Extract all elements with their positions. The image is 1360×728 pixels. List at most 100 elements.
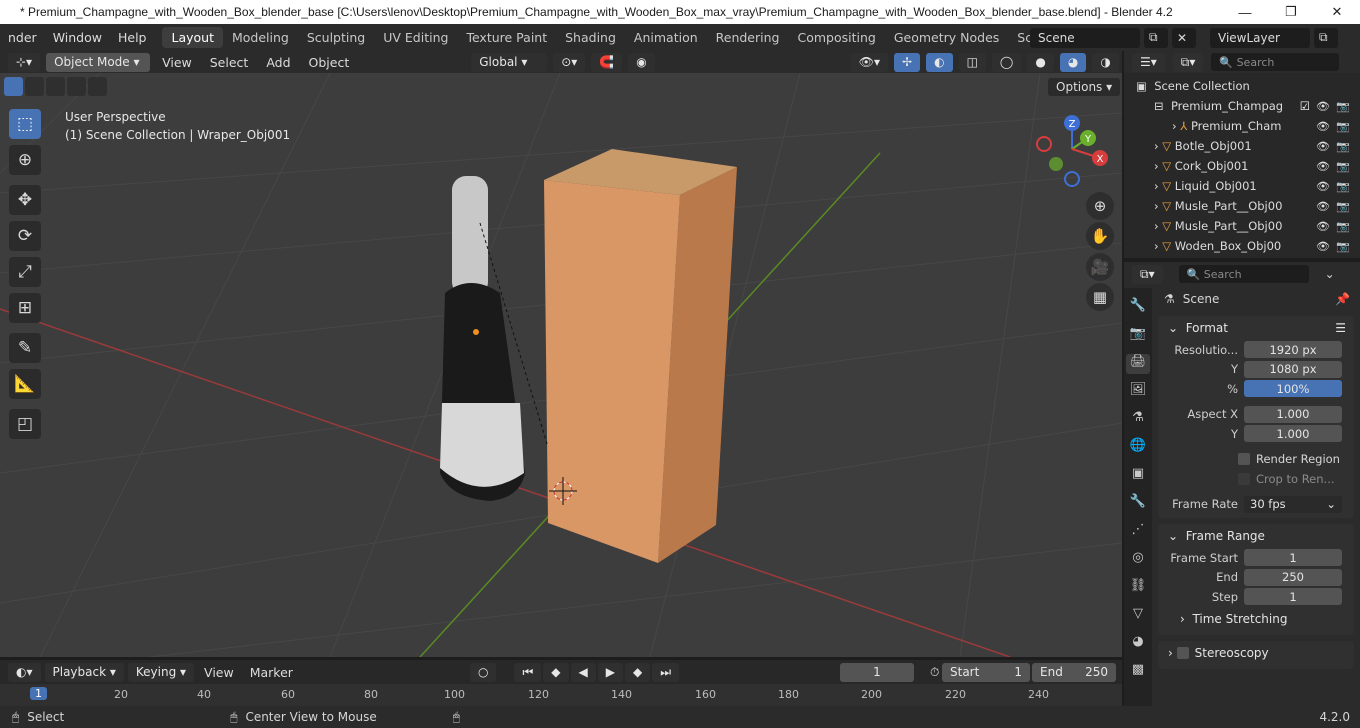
frame-range-header[interactable]: ⌄ Frame Range [1158, 524, 1354, 548]
material-tab-icon[interactable]: ◕ [1132, 634, 1143, 654]
pin-icon[interactable]: 📌 [1335, 292, 1354, 306]
menu-object[interactable]: Object [303, 55, 356, 70]
wooden-box[interactable] [544, 149, 737, 563]
camera-view-icon[interactable]: 🎥 [1086, 253, 1114, 281]
render-region-row[interactable]: Render Region [1158, 450, 1354, 470]
pan-hand-icon[interactable]: ✋ [1086, 222, 1114, 250]
rotate-tool-icon[interactable]: ⟳ [9, 221, 41, 251]
snap-icon[interactable]: 🧲 [591, 52, 623, 72]
time-stretching-header[interactable]: › Time Stretching [1158, 607, 1354, 631]
tab-shading[interactable]: Shading [556, 27, 625, 48]
move-tool-icon[interactable]: ✥ [9, 185, 41, 215]
menu-blender[interactable]: nder [0, 30, 45, 45]
maximize-button[interactable]: ❐ [1268, 0, 1314, 24]
outliner-item[interactable]: › ▽ Botle_Obj001 👁 📷 [1124, 136, 1360, 156]
eye-icon[interactable]: 👁 [1316, 120, 1330, 133]
material-shading-icon[interactable]: ◕ [1059, 52, 1087, 72]
timeline-editor-icon[interactable]: ◐▾ [8, 662, 41, 682]
menu-select[interactable]: Select [204, 55, 255, 70]
constraints-tab-icon[interactable]: ⛓ [1130, 578, 1147, 598]
resolution-y-field[interactable]: 1080 px [1244, 360, 1342, 378]
start-frame-field[interactable]: Start 1 [942, 662, 1030, 682]
menu-window[interactable]: Window [45, 30, 110, 45]
outliner-search-input[interactable]: 🔍 Search [1211, 53, 1340, 71]
aspect-x-field[interactable]: 1.000 [1244, 405, 1342, 423]
outliner-item[interactable]: › ▽ Musle_Part__Obj00 👁 📷 [1124, 196, 1360, 216]
physics-tab-icon[interactable]: ◎ [1132, 550, 1143, 570]
proportional-edit-icon[interactable]: ◉ [628, 52, 655, 72]
outliner-filter-icon[interactable]: ⧉▾ [1172, 52, 1204, 72]
camera-icon[interactable]: 📷 [1336, 240, 1350, 253]
camera-icon[interactable]: 📷 [1336, 100, 1350, 113]
view-layer-tab-icon[interactable]: 🖼 [1130, 382, 1147, 402]
modifier-tab-icon[interactable]: 🔧 [1130, 494, 1146, 514]
wireframe-shading-icon[interactable]: ◯ [991, 52, 1022, 72]
eye-icon[interactable]: 👁 [1316, 180, 1330, 193]
tab-compositing[interactable]: Compositing [788, 27, 884, 48]
texture-tab-icon[interactable]: ▩ [1132, 662, 1144, 682]
outliner-item[interactable]: › ▽ Musle_Part__Obj00 👁 📷 [1124, 216, 1360, 236]
data-tab-icon[interactable]: ▽ [1133, 606, 1143, 626]
render-tab-icon[interactable]: 📷 [1130, 326, 1146, 346]
editor-type-icon[interactable]: ⊹▾ [8, 52, 41, 72]
outliner-item[interactable]: › ⅄ Premium_Cham 👁 📷 [1124, 116, 1360, 136]
preset-list-icon[interactable]: ☰ [1335, 321, 1354, 335]
close-scene-icon[interactable]: ✕ [1172, 27, 1196, 48]
next-key-icon[interactable]: ◆ [625, 662, 651, 682]
navigation-gizmo[interactable]: Z Y X [1034, 113, 1114, 193]
add-cube-tool-icon[interactable]: ◰ [9, 409, 41, 439]
frame-start-field[interactable]: 1 [1244, 549, 1342, 567]
camera-icon[interactable]: 📷 [1336, 180, 1350, 193]
minimize-button[interactable]: — [1222, 0, 1268, 24]
pivot-icon[interactable]: ⊙▾ [553, 52, 586, 72]
visibility-icon[interactable]: 👁▾ [850, 52, 889, 72]
keying-menu[interactable]: Keying ▾ [127, 662, 195, 682]
champagne-bottle[interactable] [440, 176, 525, 501]
outliner-item[interactable]: ⊟ Premium_Champag ☑ 👁 📷 [1124, 96, 1360, 116]
camera-icon[interactable]: 📷 [1336, 160, 1350, 173]
transform-tool-icon[interactable]: ⊞ [9, 293, 41, 323]
tab-modeling[interactable]: Modeling [223, 27, 298, 48]
stereoscopy-checkbox[interactable] [1176, 646, 1189, 659]
camera-icon[interactable]: 📷 [1336, 220, 1350, 233]
select-extend-icon[interactable] [25, 77, 44, 96]
record-icon[interactable]: ○ [470, 662, 497, 682]
frame-end-field[interactable]: 250 [1244, 568, 1342, 586]
playhead[interactable]: 1 [30, 687, 47, 700]
marker-menu[interactable]: Marker [244, 665, 299, 680]
overlay-toggle-icon[interactable]: ◐ [926, 52, 953, 72]
eye-icon[interactable]: 👁 [1316, 100, 1330, 113]
render-region-checkbox[interactable] [1238, 453, 1250, 466]
eye-icon[interactable]: 👁 [1316, 240, 1330, 253]
select-subtract-icon[interactable] [46, 77, 65, 96]
play-icon[interactable]: ▶ [597, 662, 623, 682]
jump-start-icon[interactable]: ⏮ [514, 662, 542, 682]
object-tab-icon[interactable]: ▣ [1132, 466, 1144, 486]
new-scene-icon[interactable]: ⧉ [1144, 27, 1168, 48]
properties-search-input[interactable]: 🔍 Search [1178, 265, 1309, 283]
zoom-icon[interactable]: ⊕ [1086, 192, 1114, 220]
outliner-item[interactable]: › ▽ Liquid_Obj001 👁 📷 [1124, 176, 1360, 196]
cursor-tool-icon[interactable]: ⊕ [9, 145, 41, 175]
current-frame-field[interactable]: 1 [840, 662, 914, 682]
new-viewlayer-icon[interactable]: ⧉ [1314, 27, 1338, 48]
tab-rendering[interactable]: Rendering [707, 27, 789, 48]
eye-icon[interactable]: 👁 [1316, 200, 1330, 213]
menu-help[interactable]: Help [110, 30, 155, 45]
outliner-item[interactable]: › ▽ Woden_Box_Obj00 👁 📷 [1124, 236, 1360, 256]
outliner-item[interactable]: › ▽ Cork_Obj001 👁 📷 [1124, 156, 1360, 176]
menu-view[interactable]: View [156, 55, 198, 70]
tab-geometry-nodes[interactable]: Geometry Nodes [885, 27, 1008, 48]
format-panel-header[interactable]: ⌄ Format ☰ [1158, 316, 1354, 340]
outliner-root[interactable]: ▣ Scene Collection [1124, 76, 1360, 96]
properties-editor-icon[interactable]: ⧉▾ [1132, 264, 1163, 284]
aspect-y-field[interactable]: 1.000 [1244, 425, 1342, 443]
prev-key-icon[interactable]: ◆ [543, 662, 569, 682]
select-box-tool-icon[interactable]: ⬚ [9, 109, 41, 139]
timeline-view-menu[interactable]: View [198, 665, 240, 680]
jump-end-icon[interactable]: ⏭ [652, 662, 680, 682]
viewlayer-selector[interactable]: ViewLayer [1210, 27, 1310, 48]
scene-selector[interactable]: Scene [1030, 27, 1140, 48]
scale-tool-icon[interactable]: ⤢ [9, 257, 41, 287]
playback-menu[interactable]: Playback ▾ [44, 662, 124, 682]
